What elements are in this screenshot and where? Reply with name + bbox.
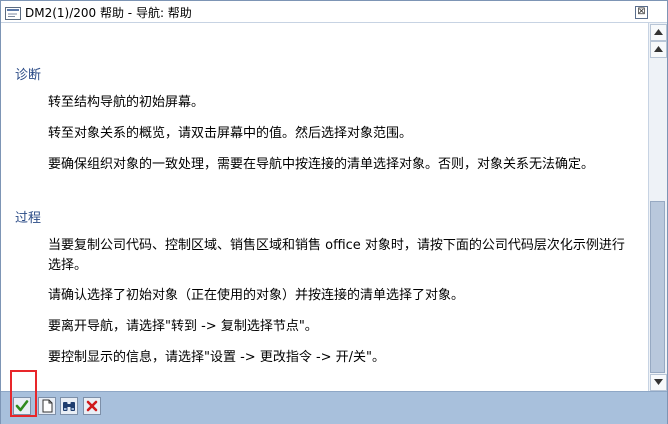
paragraph: 转至对象关系的概览，请双击屏幕中的值。然后选择对象范围。 — [48, 126, 413, 141]
vertical-scrollbar[interactable] — [648, 23, 667, 391]
display-document-button[interactable] — [38, 397, 56, 415]
document-icon — [42, 399, 53, 413]
find-button[interactable] — [60, 397, 78, 415]
bottom-toolbar — [1, 391, 667, 424]
scroll-up-step-button[interactable] — [650, 41, 667, 58]
paragraph: 请确认选择了初始对象（正在使用的对象）并按连接的清单选择了对象。 — [48, 288, 465, 303]
scroll-up-button[interactable] — [650, 24, 667, 41]
chevron-down-icon — [654, 379, 663, 385]
section-heading-diagnosis: 诊断 — [15, 68, 42, 83]
window-icon — [5, 5, 21, 20]
paragraph: 要确保组织对象的一致处理，需要在导航中按连接的清单选择对象。否则，对象关系无法确… — [48, 157, 595, 172]
chevron-up-icon — [654, 46, 663, 52]
close-button[interactable]: ⊠ — [635, 6, 648, 19]
paragraph: 当要复制公司代码、控制区域、销售区域和销售 office 对象时，请按下面的公司… — [48, 238, 625, 273]
paragraph: 转至结构导航的初始屏幕。 — [48, 95, 205, 110]
help-window: DM2(1)/200 帮助 - 导航: 帮助 ⊠ 诊断 转至结构导航的初始屏幕。… — [0, 0, 668, 424]
scroll-down-button[interactable] — [650, 374, 667, 391]
scroll-thumb[interactable] — [650, 201, 665, 373]
highlight-box — [10, 370, 37, 417]
window-title: DM2(1)/200 帮助 - 导航: 帮助 — [25, 6, 192, 20]
binoculars-icon — [63, 402, 75, 411]
help-content: 诊断 转至结构导航的初始屏幕。 转至对象关系的概览，请双击屏幕中的值。然后选择对… — [2, 23, 647, 391]
paragraph: 要控制显示的信息，请选择"设置 -> 更改指令 -> 开/关"。 — [48, 350, 386, 365]
title-bar: DM2(1)/200 帮助 - 导航: 帮助 ⊠ — [1, 1, 667, 23]
cancel-button[interactable] — [83, 397, 101, 415]
cancel-x-icon — [86, 400, 98, 412]
paragraph: 要离开导航，请选择"转到 -> 复制选择节点"。 — [48, 319, 318, 334]
section-heading-procedure: 过程 — [15, 211, 42, 226]
chevron-up-icon — [654, 29, 663, 35]
